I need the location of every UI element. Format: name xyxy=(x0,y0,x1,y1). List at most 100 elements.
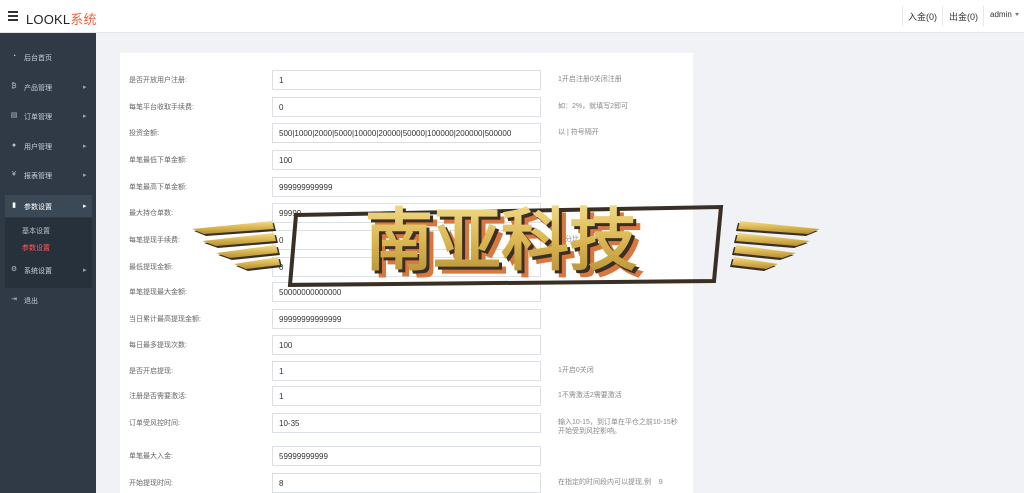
form-row: 每日最多提现次数: xyxy=(120,335,693,355)
chevron-right-icon: ▸ xyxy=(83,203,87,210)
sidebar-item-5[interactable]: ▮ 参数设置 ▸ xyxy=(5,195,92,217)
form-input[interactable] xyxy=(272,361,541,381)
sidebar-item-label: 订单管理 xyxy=(24,114,52,121)
header-divider xyxy=(983,6,984,26)
form-input[interactable] xyxy=(272,177,541,197)
form-row: 最低提现金额: xyxy=(120,257,693,277)
form-row: 每笔平台收取手续费: 如：2%，就填写2即可 xyxy=(120,97,693,117)
form-row: 当日累计最高提现金额: xyxy=(120,309,693,329)
form-hint: 在指定的时间段内可以提现,例 9 xyxy=(558,479,663,486)
header-divider xyxy=(942,6,943,26)
brand-suffix: 系统 xyxy=(70,12,97,27)
settings-form-card: 是否开放用户注册: 1开启注册0关闭注册每笔平台收取手续费: 如：2%，就填写2即可… xyxy=(120,53,693,493)
right-wing-icon xyxy=(730,221,820,271)
header-divider xyxy=(902,6,903,26)
form-row: 单笔提现最大金额: xyxy=(120,282,693,302)
sidebar-item-6[interactable]: ⚙ 系统设置 ▸ xyxy=(0,259,96,281)
orders-icon: ▤ xyxy=(10,112,18,119)
form-row: 投资金额: 以 | 符号隔开 xyxy=(120,123,693,143)
form-label: 单笔最低下单金额: xyxy=(129,157,187,164)
form-input[interactable] xyxy=(272,386,541,406)
chevron-right-icon: ▸ xyxy=(83,84,87,91)
form-input[interactable] xyxy=(272,203,541,223)
sidebar-item-label: 用户管理 xyxy=(24,144,52,151)
dashboard-icon: ◔ xyxy=(11,53,17,60)
sidebar-item-label: 产品管理 xyxy=(24,85,52,92)
user-menu-button[interactable]: admin xyxy=(988,10,1021,19)
user-name: admin xyxy=(990,10,1012,19)
form-input[interactable] xyxy=(272,473,541,493)
form-hint: 以 | 符号隔开 xyxy=(558,129,599,136)
sidebar-item-label: 参数设置 xyxy=(24,204,52,211)
form-label: 每笔平台收取手续费: xyxy=(129,104,194,111)
sidebar-item-2[interactable]: ▤ 订单管理 ▸ xyxy=(0,105,96,127)
form-label: 最低提现金额: xyxy=(129,264,173,271)
sidebar-item-3[interactable]: ● 用户管理 ▸ xyxy=(0,135,96,157)
form-input[interactable] xyxy=(272,230,541,250)
form-input[interactable] xyxy=(272,97,541,117)
form-row: 单笔最低下单金额: xyxy=(120,150,693,170)
form-input[interactable] xyxy=(272,309,541,329)
logout-icon: ⇥ xyxy=(11,296,17,303)
form-input[interactable] xyxy=(272,150,541,170)
submenu-item-basic-settings[interactable]: 基本设置 xyxy=(22,226,50,236)
form-hint: 如：2%，就填写2即可 xyxy=(558,103,629,110)
deposit-button[interactable]: 入金(0) xyxy=(906,10,939,23)
form-row: 开始提现时间: 在指定的时间段内可以提现,例 9 xyxy=(120,473,693,493)
form-input[interactable] xyxy=(272,446,541,466)
chevron-right-icon: ▸ xyxy=(83,143,87,150)
sidebar-item-1[interactable]: ₿ 产品管理 ▸ xyxy=(0,76,96,98)
form-label: 最大持仓单数: xyxy=(129,210,173,217)
gears-icon: ⚙ xyxy=(10,266,18,273)
sidebar-item-label: 报表管理 xyxy=(24,173,52,180)
app-brand: LOOKL系统 xyxy=(26,9,97,28)
chevron-right-icon: ▸ xyxy=(83,172,87,179)
form-label: 订单受风控时间: xyxy=(129,420,180,427)
withdraw-button[interactable]: 出金(0) xyxy=(947,10,980,23)
sidebar-item-7[interactable]: ⇥ 退出 xyxy=(0,289,96,311)
form-label: 注册是否需要激活: xyxy=(129,393,187,400)
form-hint: 1开启注册0关闭注册 xyxy=(558,76,622,83)
sidebar-item-0[interactable]: ◔ 后台首页 xyxy=(0,46,96,68)
form-input[interactable] xyxy=(272,70,541,90)
sidebar-item-label: 系统设置 xyxy=(24,268,52,275)
chevron-right-icon: ▸ xyxy=(83,113,87,120)
settings-folder-icon: ▮ xyxy=(12,202,16,209)
brand-prefix: LOOKL xyxy=(26,12,71,27)
form-input[interactable] xyxy=(272,123,541,143)
form-hint: 输入10-15，到订单在平仓之前10-15秒 开始受到风控影响。 xyxy=(558,419,678,435)
form-hint: 1不需激活2需要激活 xyxy=(558,392,622,399)
form-input[interactable] xyxy=(272,282,541,302)
form-input[interactable] xyxy=(272,413,541,433)
form-hint: 1开启0关闭 xyxy=(558,367,594,374)
sidebar-item-label: 后台首页 xyxy=(24,55,52,62)
form-row: 注册是否需要激活: 1不需激活2需要激活 xyxy=(120,386,693,406)
form-row: 最大持仓单数: xyxy=(120,203,693,223)
yen-icon: ¥ xyxy=(12,171,16,178)
form-input[interactable] xyxy=(272,257,541,277)
form-label: 是否开放用户注册: xyxy=(129,77,187,84)
form-row: 是否开放用户注册: 1开启注册0关闭注册 xyxy=(120,70,693,90)
form-input[interactable] xyxy=(272,335,541,355)
form-label: 单笔最高下单金额: xyxy=(129,184,187,191)
form-label: 当日累计最高提现金额: xyxy=(129,316,201,323)
sidebar-item-label: 退出 xyxy=(24,298,38,305)
form-row: 是否开启提现: 1开启0关闭 xyxy=(120,361,693,381)
form-label: 开始提现时间: xyxy=(129,480,173,487)
form-label: 投资金额: xyxy=(129,130,159,137)
chevron-right-icon: ▸ xyxy=(83,267,87,274)
form-label: 单笔最大入金: xyxy=(129,453,173,460)
bitcoin-icon: ₿ xyxy=(11,83,17,90)
form-row: 订单受风控时间: 输入10-15，到订单在平仓之前10-15秒 开始受到风控影响。 xyxy=(120,413,693,435)
sidebar-item-4[interactable]: ¥ 报表管理 ▸ xyxy=(0,164,96,186)
user-icon: ● xyxy=(11,142,17,149)
form-label: 每日最多提现次数: xyxy=(129,342,187,349)
submenu-item-param-settings[interactable]: 参数设置 xyxy=(22,243,50,253)
caret-down-icon xyxy=(1014,13,1019,17)
hamburger-menu-icon[interactable] xyxy=(8,11,18,21)
form-row: 每笔提现手续费: 百分比, xyxy=(120,230,693,250)
form-row: 单笔最高下单金额: xyxy=(120,177,693,197)
form-row: 单笔最大入金: xyxy=(120,446,693,466)
form-label: 每笔提现手续费: xyxy=(129,237,180,244)
form-hint: 百分比, xyxy=(558,236,581,243)
